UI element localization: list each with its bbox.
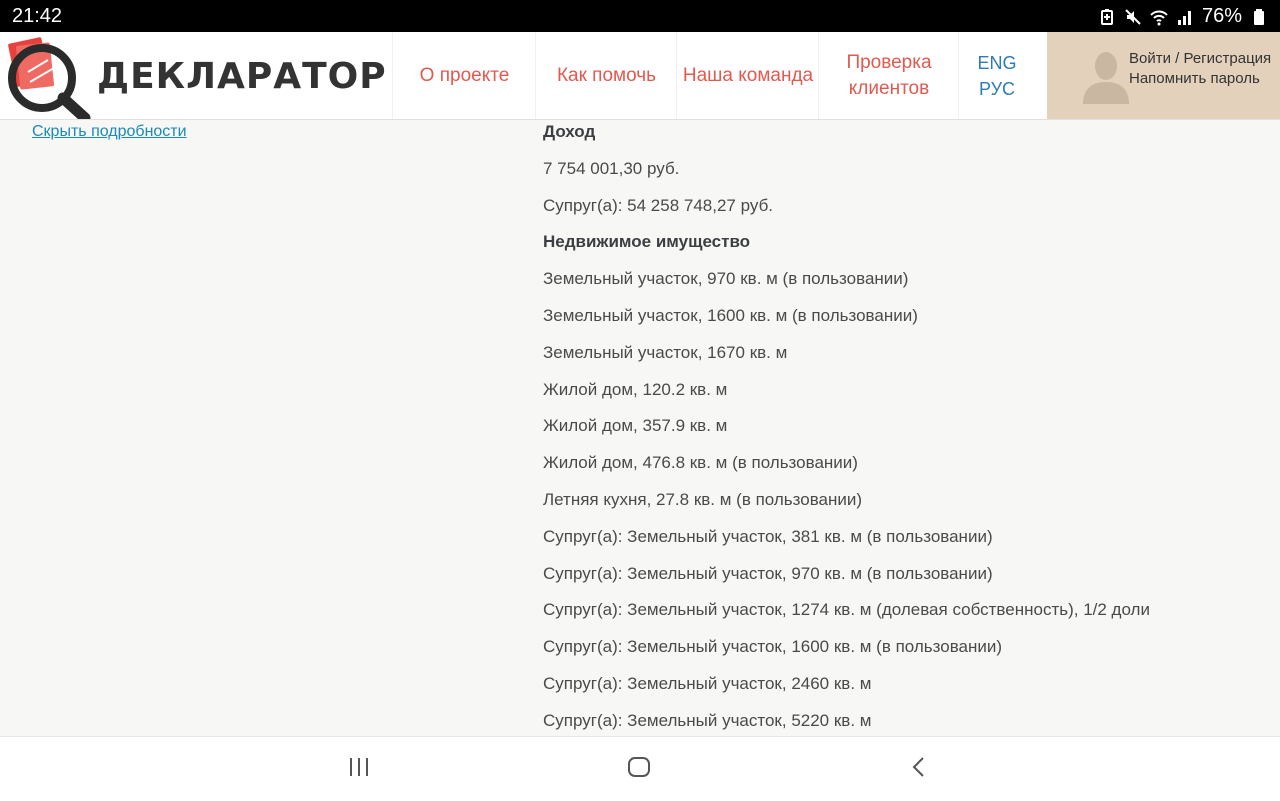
site-logo[interactable]: ДЕКЛАРАТОР bbox=[0, 32, 386, 119]
nav-team[interactable]: Наша команда bbox=[676, 32, 819, 119]
nav-help[interactable]: Как помочь bbox=[535, 32, 677, 119]
section-heading: Недвижимое имущество bbox=[543, 232, 751, 252]
home-icon[interactable] bbox=[627, 755, 651, 779]
detail-row: Земельный участок, 970 кв. м (в пользова… bbox=[543, 269, 909, 289]
user-links: Войти / Регистрация Напомнить пароль bbox=[1129, 49, 1271, 89]
wifi-icon bbox=[1150, 10, 1168, 25]
detail-row: Жилой дом, 476.8 кв. м (в пользовании) bbox=[543, 453, 858, 473]
status-icons: 76% bbox=[1098, 5, 1268, 28]
site-header: ДЕКЛАРАТОР О проекте Как помочь Наша ком… bbox=[0, 32, 1280, 120]
status-time: 21:42 bbox=[12, 5, 63, 27]
battery-saver-icon bbox=[1100, 8, 1113, 25]
signal-icon bbox=[1177, 10, 1191, 25]
magnifier-logo-icon bbox=[8, 37, 91, 119]
nav-help-label: Как помочь bbox=[556, 64, 657, 86]
nav-about-label: О проекте bbox=[419, 64, 510, 86]
detail-row: Жилой дом, 120.2 кв. м bbox=[543, 379, 728, 399]
status-bar: 21:42 76% bbox=[0, 0, 1280, 32]
language-switcher: ENG РУС bbox=[958, 32, 1035, 119]
avatar-icon bbox=[1083, 52, 1129, 104]
nav-check-clients[interactable]: Проверка клиентов bbox=[818, 32, 959, 119]
detail-row: 7 754 001,30 руб. bbox=[543, 158, 680, 178]
detail-row: Супруг(а): Земельный участок, 1274 кв. м… bbox=[543, 600, 1150, 620]
login-register-link[interactable]: Войти / Регистрация bbox=[1129, 49, 1271, 69]
detail-row: Супруг(а): Земельный участок, 1600 кв. м… bbox=[543, 637, 1003, 657]
nav-team-label: Наша команда bbox=[682, 64, 814, 86]
detail-row: Супруг(а): Земельный участок, 2460 кв. м bbox=[543, 673, 872, 693]
battery-icon bbox=[1254, 8, 1264, 25]
nav-about[interactable]: О проекте bbox=[392, 32, 536, 119]
detail-row: Жилой дом, 357.9 кв. м bbox=[543, 416, 728, 436]
back-icon[interactable] bbox=[907, 755, 931, 779]
lang-eng[interactable]: ENG bbox=[977, 50, 1016, 76]
user-panel: Войти / Регистрация Напомнить пароль bbox=[1047, 32, 1280, 119]
detail-row: Супруг(а): 54 258 748,27 руб. bbox=[543, 195, 774, 215]
detail-row: Земельный участок, 1600 кв. м (в пользов… bbox=[543, 305, 918, 325]
nav-check-clients-line2: клиентов bbox=[848, 77, 930, 99]
hide-details-link[interactable]: Скрыть подробности bbox=[32, 123, 187, 141]
logo-text: ДЕКЛАРАТОР bbox=[97, 56, 387, 97]
declaration-details: Доход 7 754 001,30 руб. Супруг(а): 54 258 … bbox=[543, 122, 1243, 748]
detail-row: Земельный участок, 1670 кв. м bbox=[543, 342, 788, 362]
lang-rus[interactable]: РУС bbox=[979, 76, 1015, 102]
android-nav-bar bbox=[0, 736, 1280, 801]
detail-row: Летняя кухня, 27.8 кв. м (в пользовании) bbox=[543, 489, 863, 509]
battery-level: 76% bbox=[1201, 5, 1242, 27]
mute-icon bbox=[1125, 8, 1141, 25]
remind-password-link[interactable]: Напомнить пароль bbox=[1129, 69, 1271, 89]
recent-apps-icon[interactable] bbox=[347, 755, 371, 779]
detail-row: Супруг(а): Земельный участок, 381 кв. м … bbox=[543, 526, 993, 546]
section-heading: Доход bbox=[543, 122, 596, 141]
detail-row: Супруг(а): Земельный участок, 970 кв. м … bbox=[543, 563, 993, 583]
nav-check-clients-line1: Проверка bbox=[846, 51, 932, 73]
